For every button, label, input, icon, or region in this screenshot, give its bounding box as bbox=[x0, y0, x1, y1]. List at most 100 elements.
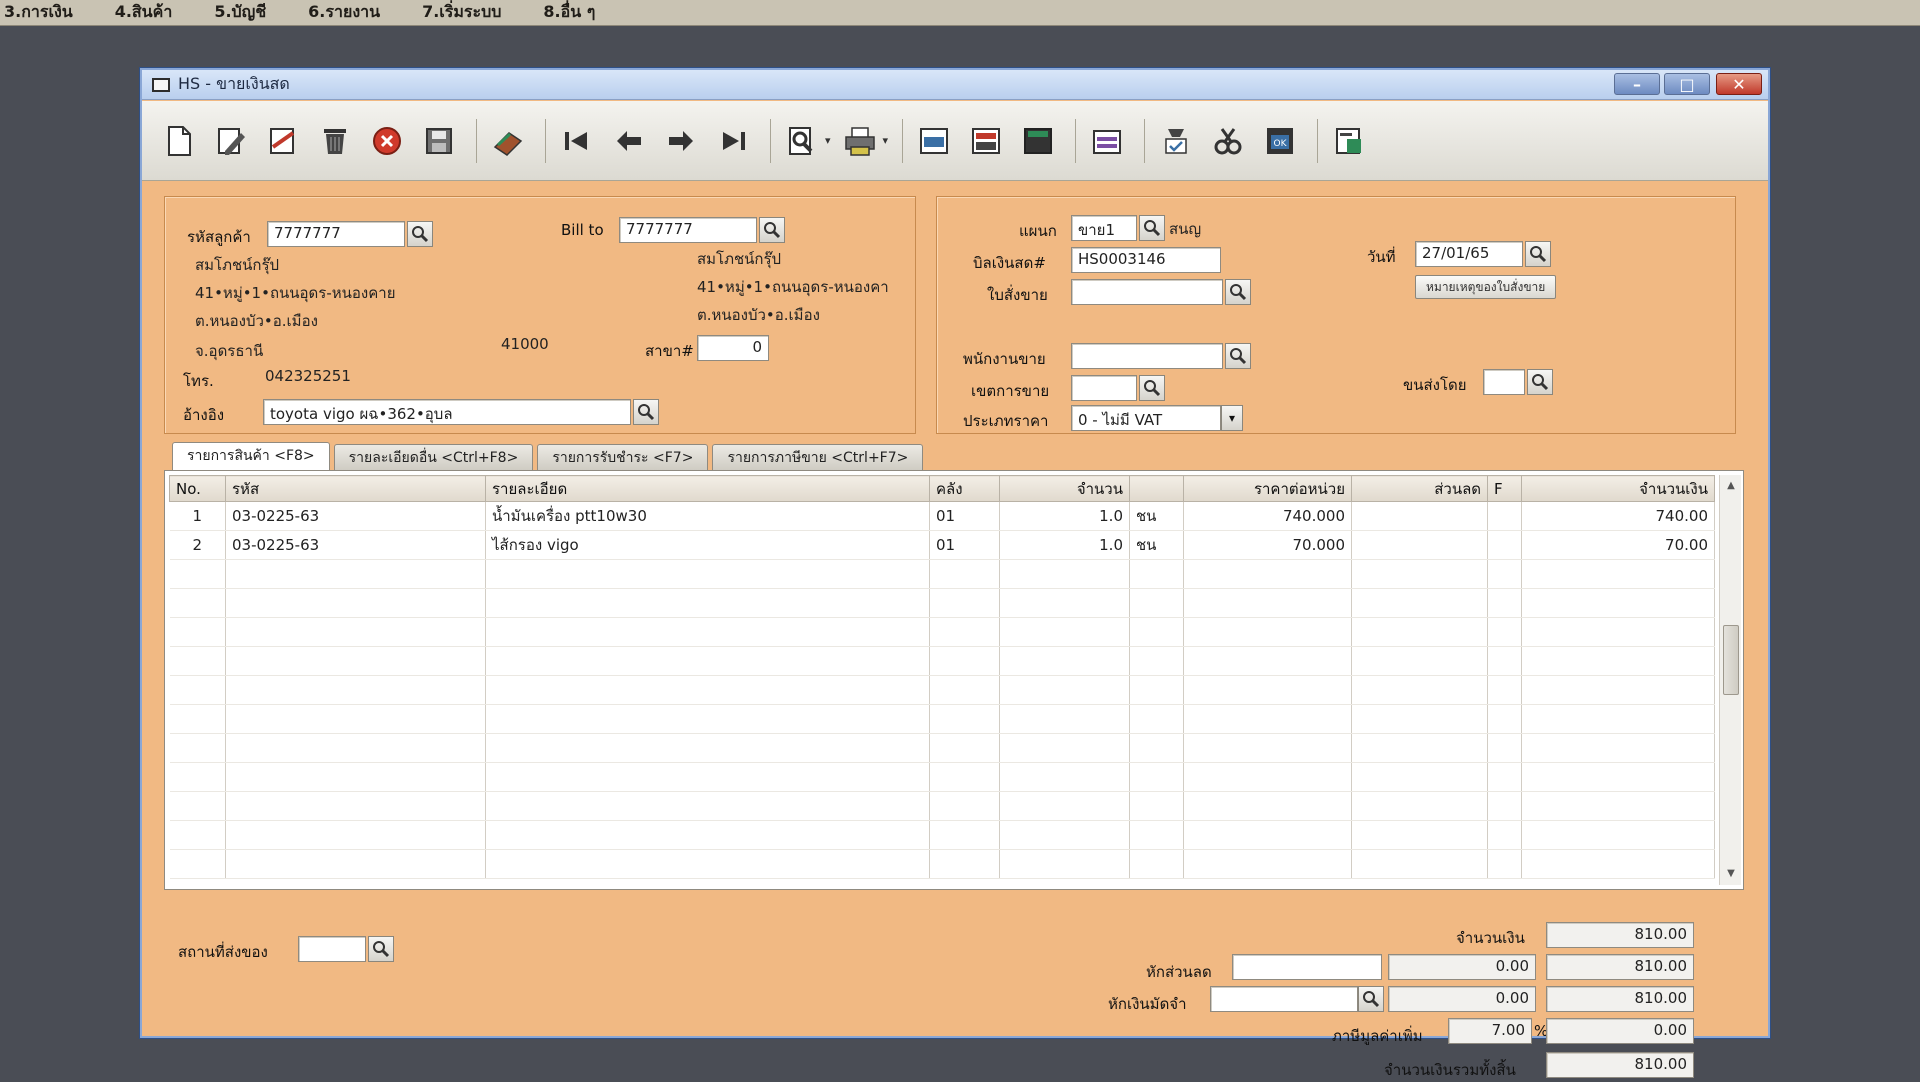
cell-discount[interactable] bbox=[1351, 530, 1488, 560]
cell-unit_price[interactable] bbox=[1183, 617, 1352, 647]
delivery-place-field[interactable] bbox=[298, 936, 366, 962]
cell-unit[interactable] bbox=[1129, 675, 1184, 705]
table-row[interactable] bbox=[169, 617, 1715, 647]
cell-f[interactable] bbox=[1487, 704, 1522, 734]
col-code[interactable]: รหัส bbox=[225, 475, 486, 502]
cell-wh[interactable] bbox=[929, 675, 1000, 705]
col-amount[interactable]: จำนวนเงิน bbox=[1521, 475, 1715, 502]
next-record-button[interactable] bbox=[658, 118, 704, 164]
cell-wh[interactable] bbox=[929, 762, 1000, 792]
cell-wh[interactable] bbox=[929, 704, 1000, 734]
cell-no[interactable] bbox=[169, 820, 226, 850]
cell-f[interactable] bbox=[1487, 501, 1522, 531]
cell-discount[interactable] bbox=[1351, 675, 1488, 705]
cell-unit[interactable] bbox=[1129, 617, 1184, 647]
cell-amount[interactable] bbox=[1521, 617, 1715, 647]
cell-unit[interactable] bbox=[1129, 646, 1184, 676]
sales-order-search-button[interactable] bbox=[1225, 279, 1251, 305]
sales-area-search-button[interactable] bbox=[1139, 375, 1165, 401]
cell-discount[interactable] bbox=[1351, 820, 1488, 850]
cell-f[interactable] bbox=[1487, 849, 1522, 879]
cell-amount[interactable]: 70.00 bbox=[1521, 530, 1715, 560]
bill-to-code-field[interactable]: 7777777 bbox=[619, 217, 757, 243]
sales-order-field[interactable] bbox=[1071, 279, 1223, 305]
cell-wh[interactable]: 01 bbox=[929, 530, 1000, 560]
table-row[interactable] bbox=[169, 588, 1715, 618]
cell-amount[interactable] bbox=[1521, 733, 1715, 763]
menu-report[interactable]: 6.รายงาน bbox=[308, 0, 380, 25]
cell-discount[interactable] bbox=[1351, 559, 1488, 589]
cell-qty[interactable] bbox=[999, 617, 1130, 647]
cell-f[interactable] bbox=[1487, 588, 1522, 618]
title-bar[interactable]: HS - ขายเงินสด – □ ✕ bbox=[142, 70, 1768, 100]
last-record-button[interactable] bbox=[710, 118, 756, 164]
cell-unit_price[interactable] bbox=[1183, 675, 1352, 705]
cell-f[interactable] bbox=[1487, 559, 1522, 589]
cell-f[interactable] bbox=[1487, 675, 1522, 705]
menu-other[interactable]: 8.อื่น ๆ bbox=[543, 0, 595, 25]
cell-discount[interactable] bbox=[1351, 762, 1488, 792]
customer-search-button[interactable] bbox=[407, 221, 433, 247]
cell-no[interactable] bbox=[169, 704, 226, 734]
cell-wh[interactable] bbox=[929, 617, 1000, 647]
cell-qty[interactable] bbox=[999, 733, 1130, 763]
cell-code[interactable] bbox=[225, 820, 486, 850]
department-search-button[interactable] bbox=[1139, 215, 1165, 241]
bill-to-search-button[interactable] bbox=[759, 217, 785, 243]
cell-code[interactable] bbox=[225, 559, 486, 589]
cell-desc[interactable] bbox=[485, 762, 930, 792]
cell-no[interactable] bbox=[169, 849, 226, 879]
cell-wh[interactable]: 01 bbox=[929, 501, 1000, 531]
cell-wh[interactable] bbox=[929, 791, 1000, 821]
cell-f[interactable] bbox=[1487, 791, 1522, 821]
cell-f[interactable] bbox=[1487, 530, 1522, 560]
cell-qty[interactable]: 1.0 bbox=[999, 501, 1130, 531]
cell-no[interactable] bbox=[169, 675, 226, 705]
cell-unit_price[interactable] bbox=[1183, 646, 1352, 676]
reference-field[interactable]: toyota vigo ผฉ•362•อุบล bbox=[263, 399, 631, 425]
col-unit[interactable] bbox=[1129, 475, 1184, 502]
cell-unit[interactable] bbox=[1129, 820, 1184, 850]
table-row[interactable] bbox=[169, 733, 1715, 763]
close-button[interactable]: ✕ bbox=[1716, 73, 1762, 95]
edit-button[interactable] bbox=[208, 118, 254, 164]
cell-desc[interactable] bbox=[485, 588, 930, 618]
cell-discount[interactable] bbox=[1351, 617, 1488, 647]
cell-unit_price[interactable] bbox=[1183, 588, 1352, 618]
cell-unit[interactable] bbox=[1129, 588, 1184, 618]
table-row[interactable] bbox=[169, 849, 1715, 879]
cell-no[interactable]: 2 bbox=[169, 530, 226, 560]
cell-f[interactable] bbox=[1487, 762, 1522, 792]
cell-wh[interactable] bbox=[929, 820, 1000, 850]
cell-amount[interactable] bbox=[1521, 704, 1715, 734]
table-row[interactable] bbox=[169, 762, 1715, 792]
cell-code[interactable] bbox=[225, 704, 486, 734]
cell-no[interactable] bbox=[169, 646, 226, 676]
maximize-button[interactable]: □ bbox=[1664, 73, 1710, 95]
cell-unit[interactable] bbox=[1129, 791, 1184, 821]
table-row[interactable] bbox=[169, 791, 1715, 821]
cell-unit[interactable] bbox=[1129, 733, 1184, 763]
cell-qty[interactable] bbox=[999, 762, 1130, 792]
cell-amount[interactable] bbox=[1521, 588, 1715, 618]
col-discount[interactable]: ส่วนลด bbox=[1351, 475, 1488, 502]
cell-desc[interactable]: ไส้กรอง vigo bbox=[485, 530, 930, 560]
cell-no[interactable] bbox=[169, 791, 226, 821]
cell-desc[interactable] bbox=[485, 704, 930, 734]
cell-no[interactable] bbox=[169, 559, 226, 589]
cell-no[interactable]: 1 bbox=[169, 501, 226, 531]
price-type-select[interactable]: 0 - ไม่มี VAT bbox=[1071, 405, 1221, 431]
cell-code[interactable]: 03-0225-63 bbox=[225, 501, 486, 531]
first-record-button[interactable] bbox=[554, 118, 600, 164]
cell-f[interactable] bbox=[1487, 617, 1522, 647]
cancel-doc-button[interactable] bbox=[260, 118, 306, 164]
cell-unit[interactable] bbox=[1129, 762, 1184, 792]
salesman-search-button[interactable] bbox=[1225, 343, 1251, 369]
cell-wh[interactable] bbox=[929, 733, 1000, 763]
cell-code[interactable]: 03-0225-63 bbox=[225, 530, 486, 560]
cell-qty[interactable]: 1.0 bbox=[999, 530, 1130, 560]
approve-button[interactable] bbox=[1153, 118, 1199, 164]
cell-unit[interactable] bbox=[1129, 559, 1184, 589]
cell-discount[interactable] bbox=[1351, 646, 1488, 676]
branch-field[interactable]: 0 bbox=[697, 335, 769, 361]
